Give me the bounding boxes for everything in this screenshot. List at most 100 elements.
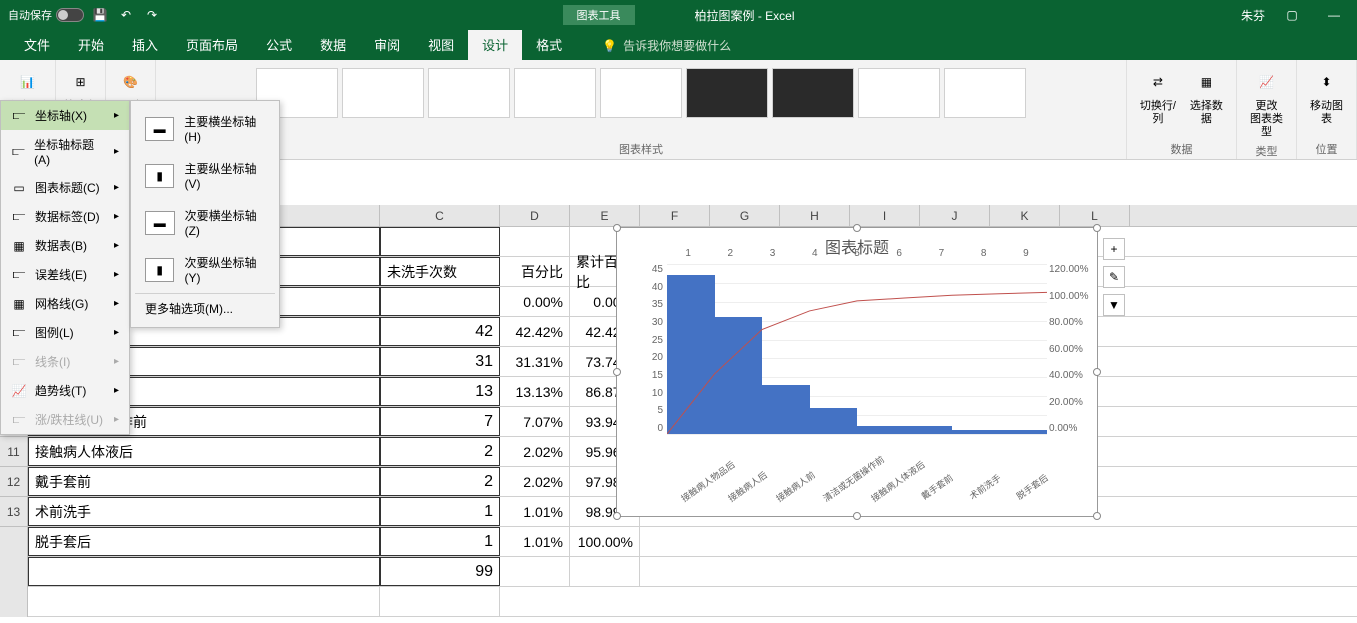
cell[interactable] — [570, 557, 640, 586]
menu-data-label[interactable]: ⫍数据标签(D)▸ — [1, 202, 129, 231]
move-chart-button[interactable]: ⬍ 移动图表 — [1303, 64, 1350, 128]
change-chart-type-button[interactable]: 📈 更改 图表类型 — [1243, 64, 1290, 141]
chart-style-3[interactable] — [428, 68, 510, 118]
tab-review[interactable]: 审阅 — [360, 29, 414, 60]
tab-home[interactable]: 开始 — [64, 29, 118, 60]
col-header[interactable]: F — [640, 205, 710, 226]
cell[interactable]: 42.42% — [500, 317, 570, 346]
ribbon-options-icon[interactable]: ▢ — [1277, 5, 1307, 25]
resize-handle[interactable] — [613, 368, 621, 376]
cell[interactable]: 接触病人体液后 — [28, 437, 380, 466]
chart-styles-button[interactable]: ✎ — [1103, 266, 1125, 288]
tab-layout[interactable]: 页面布局 — [172, 29, 252, 60]
col-header[interactable]: H — [780, 205, 850, 226]
col-header[interactable]: L — [1060, 205, 1130, 226]
tab-insert[interactable]: 插入 — [118, 29, 172, 60]
cell[interactable]: 7.07% — [500, 407, 570, 436]
axis-secondary-h[interactable]: ▬次要横坐标轴(Z) — [135, 199, 275, 246]
col-header[interactable]: E — [570, 205, 640, 226]
cell[interactable]: 1 — [380, 527, 500, 556]
cell[interactable]: 2 — [380, 437, 500, 466]
resize-handle[interactable] — [613, 224, 621, 232]
cell[interactable] — [380, 587, 500, 616]
col-header[interactable]: G — [710, 205, 780, 226]
menu-data-table[interactable]: ▦数据表(B)▸ — [1, 231, 129, 260]
col-header[interactable]: C — [380, 205, 500, 226]
menu-legend[interactable]: ⫍图例(L)▸ — [1, 318, 129, 347]
axis-secondary-v[interactable]: ▮次要纵坐标轴(Y) — [135, 246, 275, 293]
cell[interactable]: 2.02% — [500, 467, 570, 496]
tab-data[interactable]: 数据 — [306, 29, 360, 60]
tab-format[interactable]: 格式 — [522, 29, 576, 60]
tab-view[interactable]: 视图 — [414, 29, 468, 60]
col-header[interactable]: I — [850, 205, 920, 226]
cell[interactable] — [28, 587, 380, 616]
cell[interactable]: 术前洗手 — [28, 497, 380, 526]
tab-design[interactable]: 设计 — [468, 29, 522, 60]
row-header[interactable]: 13 — [0, 497, 27, 527]
cell[interactable]: 1 — [380, 497, 500, 526]
undo-icon[interactable]: ↶ — [116, 5, 136, 25]
axis-primary-h[interactable]: ▬主要横坐标轴(H) — [135, 105, 275, 152]
cell[interactable]: 百分比 — [500, 257, 570, 286]
cell[interactable] — [28, 557, 380, 586]
switch-row-col-button[interactable]: ⇄ 切换行/列 — [1133, 64, 1183, 128]
cell[interactable]: 1.01% — [500, 497, 570, 526]
col-header[interactable]: K — [990, 205, 1060, 226]
cell[interactable]: 未洗手次数 — [380, 257, 500, 286]
more-axis-options[interactable]: 更多轴选项(M)... — [135, 293, 275, 323]
cell[interactable]: 31 — [380, 347, 500, 376]
row-header[interactable]: 12 — [0, 467, 27, 497]
cell[interactable]: 42 — [380, 317, 500, 346]
cell[interactable] — [380, 227, 500, 256]
axis-primary-v[interactable]: ▮主要纵坐标轴(V) — [135, 152, 275, 199]
resize-handle[interactable] — [613, 512, 621, 520]
col-header[interactable]: J — [920, 205, 990, 226]
tab-formula[interactable]: 公式 — [252, 29, 306, 60]
cell[interactable]: 2 — [380, 467, 500, 496]
chart-elements-button[interactable]: + — [1103, 238, 1125, 260]
select-data-button[interactable]: ▦ 选择数据 — [1183, 64, 1230, 128]
cell[interactable]: 脱手套后 — [28, 527, 380, 556]
chart-style-8[interactable] — [858, 68, 940, 118]
cell[interactable] — [500, 227, 570, 256]
row-header[interactable]: 11 — [0, 437, 27, 467]
chart-style-5[interactable] — [600, 68, 682, 118]
cell[interactable]: 7 — [380, 407, 500, 436]
chart-style-7[interactable] — [772, 68, 854, 118]
cell[interactable] — [380, 287, 500, 316]
menu-trend[interactable]: 📈趋势线(T)▸ — [1, 376, 129, 405]
menu-error-bar[interactable]: ⫍误差线(E)▸ — [1, 260, 129, 289]
cell[interactable]: 100.00% — [570, 527, 640, 556]
redo-icon[interactable]: ↷ — [142, 5, 162, 25]
menu-axis[interactable]: ⫍坐标轴(X)▸ — [1, 101, 129, 130]
chart-style-4[interactable] — [514, 68, 596, 118]
tellme-search[interactable]: 💡 告诉我你想要做什么 — [596, 31, 737, 60]
save-icon[interactable]: 💾 — [90, 5, 110, 25]
chart-filter-button[interactable]: ▼ — [1103, 294, 1125, 316]
resize-handle[interactable] — [853, 224, 861, 232]
menu-axis-title[interactable]: ⫍坐标轴标题(A)▸ — [1, 130, 129, 173]
cell[interactable]: 0.00% — [500, 287, 570, 316]
tab-file[interactable]: 文件 — [10, 29, 64, 60]
minimize-icon[interactable]: — — [1319, 5, 1349, 25]
cell[interactable]: 戴手套前 — [28, 467, 380, 496]
cell[interactable]: 13.13% — [500, 377, 570, 406]
resize-handle[interactable] — [1093, 224, 1101, 232]
menu-chart-title[interactable]: ▭图表标题(C)▸ — [1, 173, 129, 202]
resize-handle[interactable] — [853, 512, 861, 520]
col-header[interactable]: D — [500, 205, 570, 226]
cell[interactable]: 31.31% — [500, 347, 570, 376]
menu-grid[interactable]: ▦网格线(G)▸ — [1, 289, 129, 318]
cell[interactable]: 1.01% — [500, 527, 570, 556]
cell[interactable]: 99 — [380, 557, 500, 586]
chart-style-2[interactable] — [342, 68, 424, 118]
chart-style-6[interactable] — [686, 68, 768, 118]
chart-style-9[interactable] — [944, 68, 1026, 118]
cell[interactable] — [500, 557, 570, 586]
chart-plot-area[interactable]: 123456789 454035302520151050 120.00%100.… — [667, 264, 1047, 434]
cell[interactable]: 13 — [380, 377, 500, 406]
resize-handle[interactable] — [1093, 512, 1101, 520]
cell[interactable]: 2.02% — [500, 437, 570, 466]
chart-object[interactable]: 图表标题 123456789 454035302520151050 120.00… — [616, 227, 1098, 517]
